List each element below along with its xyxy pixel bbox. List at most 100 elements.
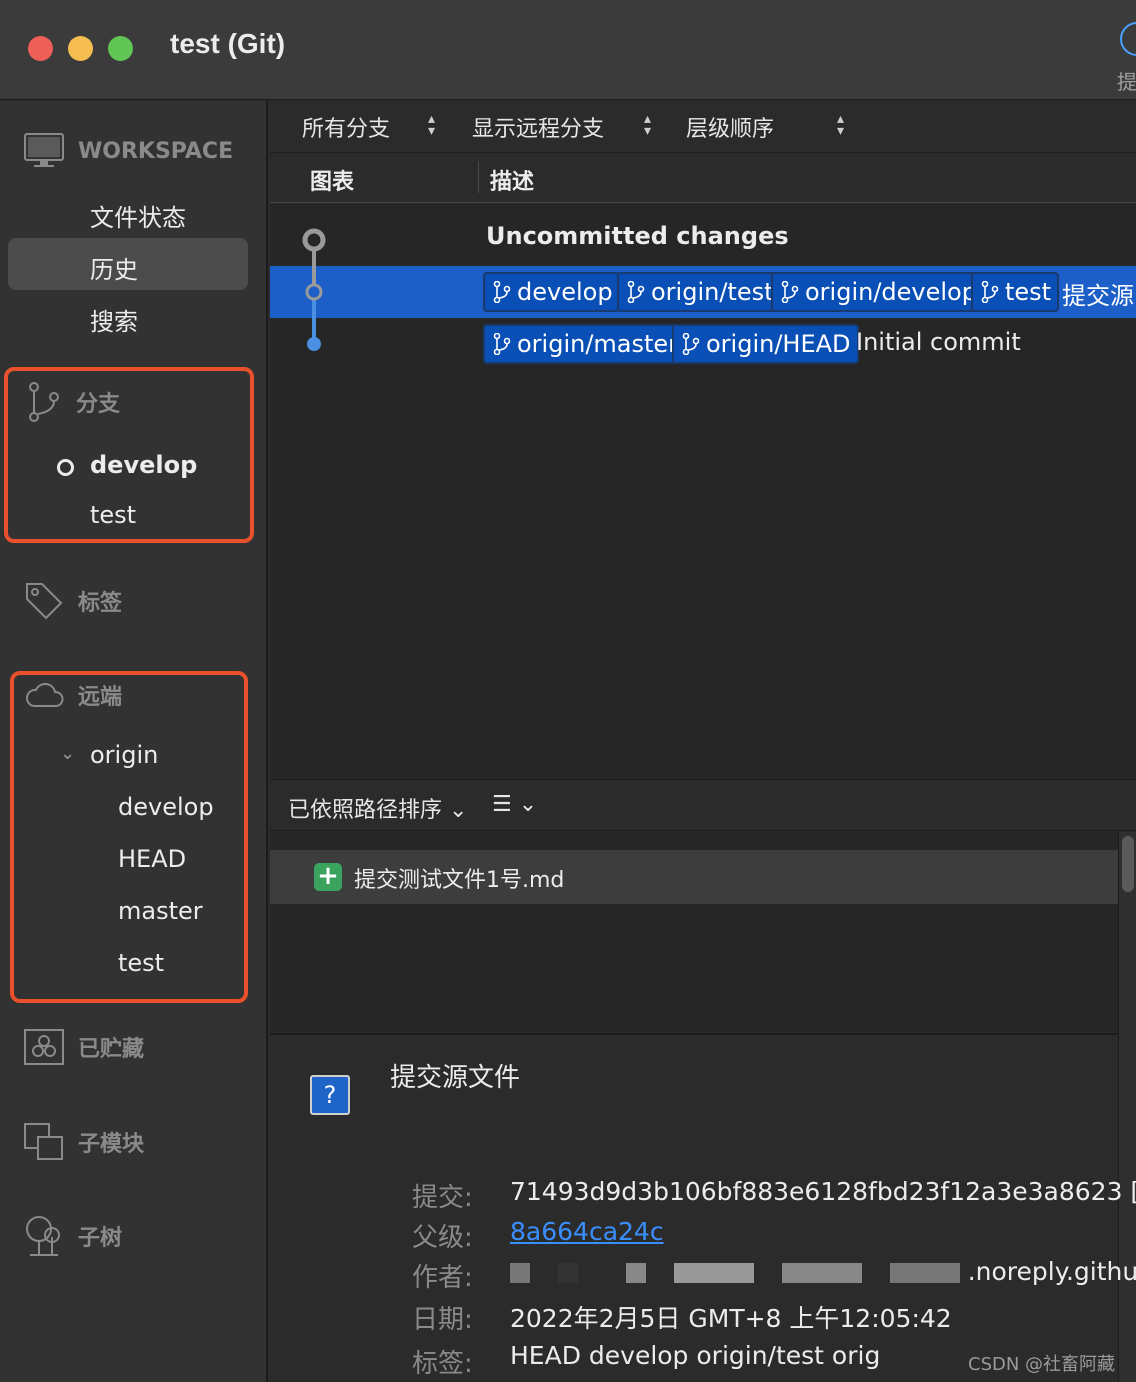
- commit-date: 2022年2月5日 GMT+8 上午12:05:42: [510, 1304, 952, 1333]
- updown-arrows-icon[interactable]: ▴ ▾: [837, 112, 844, 138]
- remote-branch-filter-select[interactable]: 显示远程分支: [472, 111, 604, 143]
- author-label: 作者:: [412, 1263, 473, 1293]
- redacted-block: [781, 1263, 862, 1283]
- branch-item-test[interactable]: test: [90, 501, 136, 529]
- author-email-suffix: .noreply.github.: [967, 1257, 1136, 1286]
- branch-tag-origin-head[interactable]: origin/HEAD: [672, 324, 859, 364]
- minimize-window-button[interactable]: [68, 36, 93, 61]
- subtrees-header-label: 子树: [78, 1226, 123, 1251]
- history-list: Uncommitted changes develop origin/test …: [270, 204, 1136, 778]
- history-row-uncommitted[interactable]: Uncommitted changes: [270, 212, 1136, 264]
- branch-icon: [981, 281, 999, 303]
- parent-hash-link[interactable]: 8a664ca24c: [510, 1217, 664, 1246]
- branch-icon: [781, 281, 799, 303]
- list-view-dropdown[interactable]: ☰ ⌄: [492, 792, 537, 817]
- sidebar: WORKSPACE 文件状态 历史 搜索 分支 develop test 标签 …: [0, 101, 268, 1382]
- uncommitted-label: Uncommitted changes: [486, 222, 789, 250]
- branch-tag-label: origin/master: [517, 330, 679, 358]
- tree-icon: [26, 1216, 60, 1256]
- commit-detail-pane: ? 提交源文件 提交: 71493d9d3b106bf883e6128fbd23…: [270, 1033, 1136, 1382]
- branch-tag-origin-develop[interactable]: origin/develop: [771, 272, 985, 312]
- updown-arrows-icon[interactable]: ▴ ▾: [644, 112, 651, 138]
- commit-icon[interactable]: [1120, 22, 1136, 56]
- title-bar: test (Git) 提: [0, 0, 1136, 100]
- branch-filter-select[interactable]: 所有分支: [302, 111, 390, 143]
- commit-graph: [302, 228, 326, 351]
- remote-branch-master[interactable]: master: [118, 897, 203, 925]
- subtrees-header[interactable]: 子树: [24, 1215, 122, 1257]
- watermark: CSDN @社畜阿藏: [968, 1354, 1116, 1375]
- stashes-header[interactable]: 已贮藏: [24, 1029, 144, 1065]
- branch-tag-origin-master[interactable]: origin/master: [483, 324, 687, 364]
- updown-arrows-icon[interactable]: ▴ ▾: [428, 112, 435, 138]
- chevron-down-icon[interactable]: ⌄: [60, 743, 75, 764]
- workspace-header: WORKSPACE: [24, 133, 233, 169]
- branch-tag-label: develop: [517, 278, 613, 306]
- tags-header-label: 标签: [78, 591, 123, 616]
- branch-icon: [29, 382, 59, 422]
- remote-item-origin[interactable]: origin: [90, 741, 158, 769]
- submodules-header[interactable]: 子模块: [24, 1123, 144, 1161]
- redacted-block: [557, 1263, 578, 1283]
- graph-column-header[interactable]: 图表: [310, 164, 354, 196]
- author-value: .noreply.github.: [510, 1257, 1136, 1286]
- branch-icon: [493, 281, 511, 303]
- changed-files-list: + 提交测试文件1号.md: [270, 832, 1118, 1032]
- branch-tag-label: test: [1005, 278, 1052, 306]
- commit-hash: 71493d9d3b106bf883e6128fbd23f12a3e3a8623…: [510, 1177, 1136, 1206]
- commit-summary: 提交源文件: [390, 1063, 521, 1093]
- files-toolbar: 已依照路径排序 ⌄ ☰ ⌄: [270, 779, 1136, 831]
- cloud-icon: [25, 682, 64, 707]
- branch-tag-origin-test[interactable]: origin/test: [617, 272, 782, 312]
- graph-node-selected: [305, 283, 323, 301]
- redacted-block: [673, 1263, 754, 1283]
- branch-icon: [682, 333, 700, 355]
- author-avatar: ?: [310, 1075, 350, 1115]
- branch-icon: [627, 281, 645, 303]
- history-row-selected[interactable]: develop origin/test origin/develop test …: [270, 266, 1136, 318]
- close-window-button[interactable]: [28, 36, 53, 61]
- branches-header-label: 分支: [76, 392, 121, 417]
- commit-message: Initial commit: [856, 328, 1021, 356]
- commit-label: 提交:: [412, 1183, 473, 1213]
- remote-branch-develop[interactable]: develop: [118, 793, 214, 821]
- tag-icon: [26, 583, 63, 620]
- sidebar-item-file-status[interactable]: 文件状态: [90, 198, 186, 233]
- current-branch-indicator: [57, 459, 74, 476]
- sort-by-path-dropdown[interactable]: 已依照路径排序 ⌄: [288, 792, 467, 824]
- order-filter-select[interactable]: 层级顺序: [686, 111, 774, 143]
- history-column-header: 图表 描述: [270, 153, 1136, 203]
- remote-branch-head[interactable]: HEAD: [118, 845, 186, 873]
- vertical-scrollbar[interactable]: [1118, 832, 1136, 1382]
- sidebar-item-history[interactable]: 历史: [90, 250, 138, 285]
- redacted-block: [889, 1263, 960, 1283]
- workspace-header-label: WORKSPACE: [78, 138, 234, 164]
- column-divider[interactable]: [478, 161, 479, 193]
- branch-tag-label: origin/test: [651, 278, 774, 306]
- commit-toolbar-label[interactable]: 提: [1117, 66, 1136, 95]
- sidebar-item-search[interactable]: 搜索: [90, 302, 138, 337]
- remotes-header[interactable]: 远端: [24, 679, 122, 711]
- branch-item-develop[interactable]: develop: [90, 451, 197, 479]
- zoom-window-button[interactable]: [108, 36, 133, 61]
- branch-icon: [493, 333, 511, 355]
- history-row-initial[interactable]: origin/master origin/HEAD Initial commit: [270, 318, 1136, 370]
- submodules-header-label: 子模块: [78, 1132, 145, 1157]
- scrollbar-thumb[interactable]: [1122, 836, 1134, 892]
- window-title: test (Git): [170, 28, 286, 59]
- submodule-icon: [24, 1123, 63, 1160]
- graph-node-uncommitted: [302, 228, 326, 252]
- branch-tag-develop[interactable]: develop: [483, 272, 621, 312]
- monitor-icon: [24, 133, 64, 167]
- remotes-header-label: 远端: [78, 685, 123, 710]
- branches-header[interactable]: 分支: [26, 381, 120, 423]
- tags-header[interactable]: 标签: [24, 581, 122, 621]
- description-column-header[interactable]: 描述: [490, 164, 534, 196]
- branch-tag-test[interactable]: test: [971, 272, 1060, 312]
- history-filter-bar: 所有分支 ▴ ▾ 显示远程分支 ▴ ▾ 层级顺序 ▴ ▾: [270, 101, 1136, 153]
- redacted-block: [625, 1263, 646, 1283]
- file-name: 提交测试文件1号.md: [354, 868, 565, 893]
- file-row[interactable]: + 提交测试文件1号.md: [270, 850, 1118, 904]
- remote-branch-test[interactable]: test: [118, 949, 164, 977]
- branch-tag-label: origin/develop: [805, 278, 977, 306]
